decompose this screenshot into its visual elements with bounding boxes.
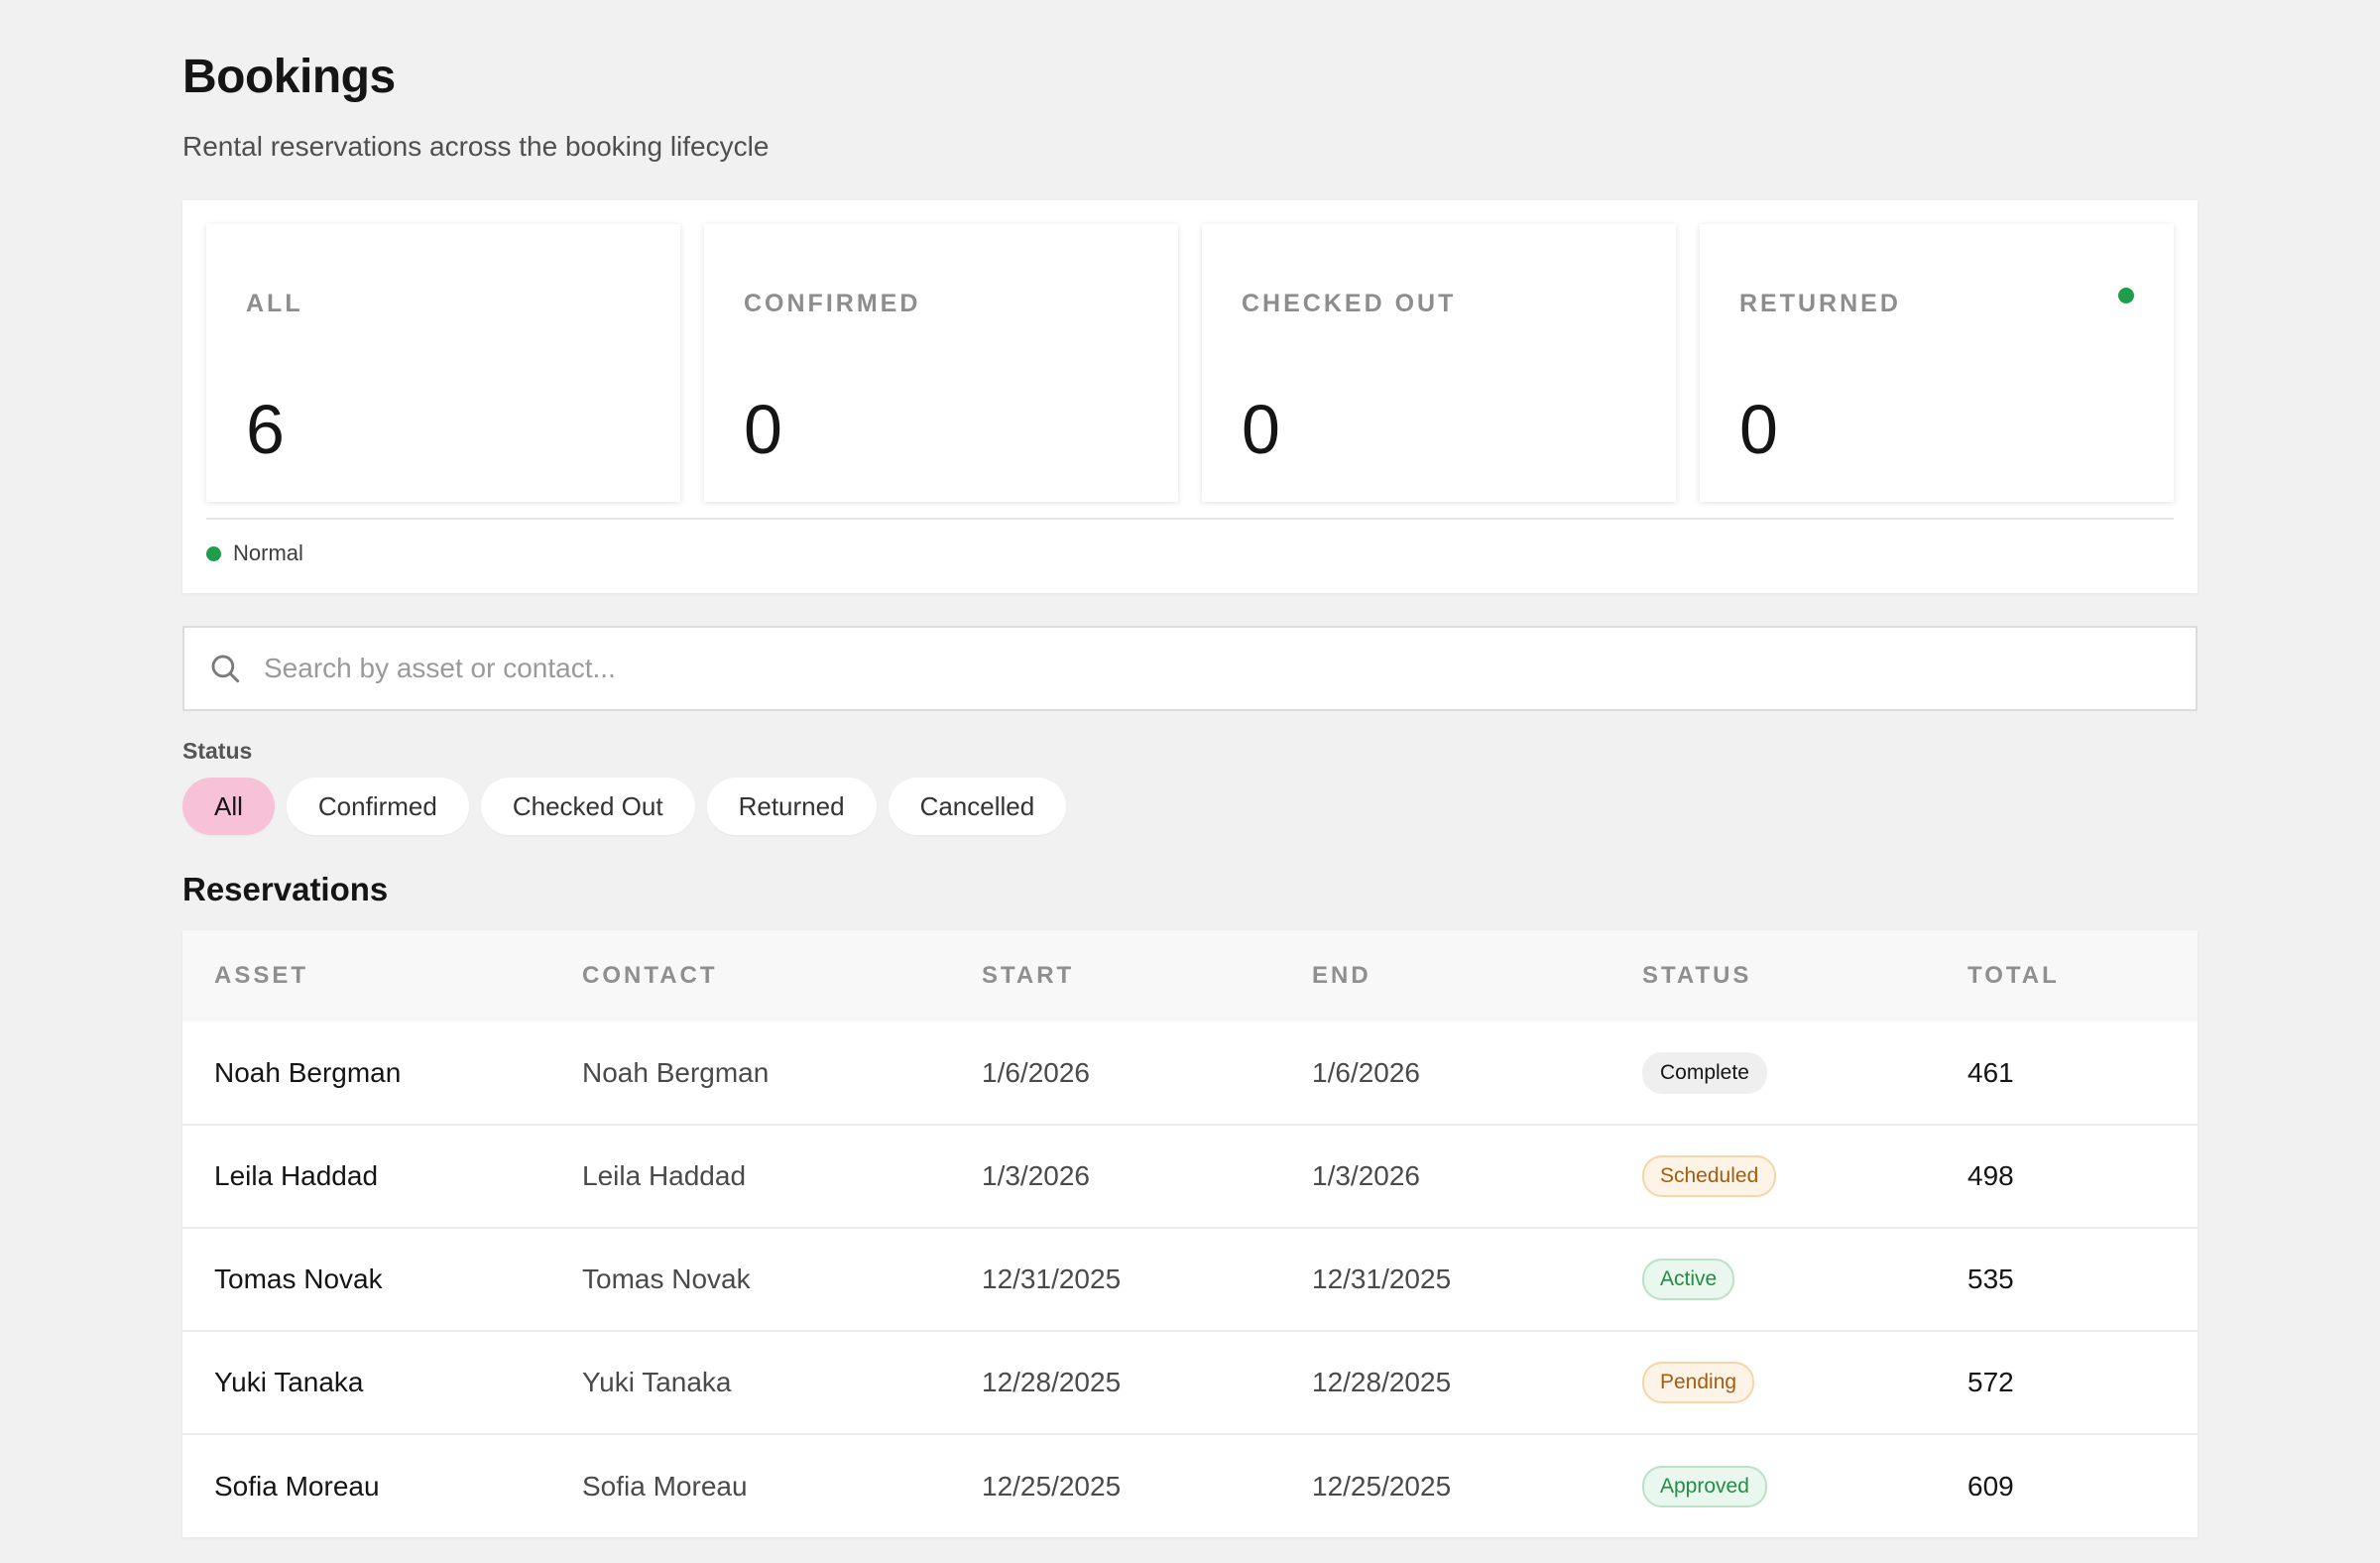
stat-card-checked-out[interactable]: CHECKED OUT 0 xyxy=(1202,224,1676,502)
cell-status: Approved xyxy=(1642,1434,1967,1537)
cell-asset: Sofia Moreau xyxy=(214,1470,380,1502)
cell-total: 572 xyxy=(1967,1367,2014,1397)
cell-start: 1/6/2026 xyxy=(982,1056,1090,1088)
table-row[interactable]: Noah Bergman Noah Bergman 1/6/2026 1/6/2… xyxy=(182,1022,2198,1125)
status-badge: Approved xyxy=(1642,1465,1767,1507)
stat-label: RETURNED xyxy=(1739,290,1901,317)
filter-chip-all[interactable]: All xyxy=(182,778,275,835)
divider xyxy=(206,518,2174,520)
cell-asset: Yuki Tanaka xyxy=(214,1367,364,1397)
search-input[interactable] xyxy=(262,652,2150,685)
cell-end: 1/3/2026 xyxy=(1312,1160,1420,1191)
cell-end: 12/25/2025 xyxy=(1312,1470,1452,1502)
filter-chip-confirmed[interactable]: Confirmed xyxy=(286,778,469,835)
status-legend: Normal xyxy=(206,538,303,569)
cell-start: 12/28/2025 xyxy=(982,1367,1122,1397)
status-badge: Active xyxy=(1642,1259,1735,1300)
cell-status: Pending xyxy=(1642,1331,1967,1434)
cell-start: 12/31/2025 xyxy=(982,1263,1122,1294)
filter-chip-checked-out[interactable]: Checked Out xyxy=(480,778,695,835)
cell-contact: Yuki Tanaka xyxy=(582,1367,732,1397)
cell-status: Complete xyxy=(1642,1022,1967,1125)
cell-total: 609 xyxy=(1967,1470,2014,1502)
status-badge: Complete xyxy=(1642,1051,1767,1094)
table-row[interactable]: Sofia Moreau Sofia Moreau 12/25/2025 12/… xyxy=(182,1434,2198,1537)
cell-contact: Leila Haddad xyxy=(582,1160,747,1191)
cell-end: 12/31/2025 xyxy=(1312,1263,1452,1294)
status-badge: Scheduled xyxy=(1642,1155,1777,1197)
section-title: Reservations xyxy=(182,871,389,907)
status-dot-icon xyxy=(2118,288,2134,303)
stat-value: 0 xyxy=(1242,391,1280,468)
cell-total: 498 xyxy=(1967,1160,2014,1191)
cell-asset: Tomas Novak xyxy=(214,1263,383,1294)
cell-start: 1/3/2026 xyxy=(982,1160,1090,1191)
cell-total: 461 xyxy=(1967,1056,2014,1088)
table-row[interactable]: Tomas Novak Tomas Novak 12/31/2025 12/31… xyxy=(182,1228,2198,1331)
cell-total: 535 xyxy=(1967,1263,2014,1294)
cell-end: 1/6/2026 xyxy=(1312,1056,1420,1088)
cell-status: Active xyxy=(1642,1228,1967,1331)
page-title: Bookings xyxy=(182,51,396,103)
stat-value: 0 xyxy=(744,391,782,468)
table-row[interactable]: Yuki Tanaka Yuki Tanaka 12/28/2025 12/28… xyxy=(182,1331,2198,1434)
cell-contact: Noah Bergman xyxy=(582,1056,770,1088)
filter-label: Status xyxy=(182,738,253,764)
stat-label: ALL xyxy=(246,290,303,317)
column-header-status[interactable]: STATUS xyxy=(1642,930,1967,1022)
cell-contact: Sofia Moreau xyxy=(582,1470,748,1502)
stat-value: 0 xyxy=(1739,391,1778,468)
cell-start: 12/25/2025 xyxy=(982,1470,1122,1502)
column-header-end[interactable]: END xyxy=(1312,930,1642,1022)
stat-value: 6 xyxy=(246,391,285,468)
stat-label: CONFIRMED xyxy=(744,290,921,317)
search-box xyxy=(182,626,2198,711)
column-header-contact[interactable]: CONTACT xyxy=(582,930,982,1022)
stat-card-confirmed[interactable]: CONFIRMED 0 xyxy=(704,224,1178,502)
cell-status: Scheduled xyxy=(1642,1125,1967,1228)
filter-chip-cancelled[interactable]: Cancelled xyxy=(888,778,1067,835)
column-header-total[interactable]: TOTAL xyxy=(1967,930,2198,1022)
table-header-row: ASSET CONTACT START END STATUS TOTAL xyxy=(182,930,2198,1022)
cell-end: 12/28/2025 xyxy=(1312,1367,1452,1397)
cell-asset: Noah Bergman xyxy=(214,1056,402,1088)
table-row[interactable]: Leila Haddad Leila Haddad 1/3/2026 1/3/2… xyxy=(182,1125,2198,1228)
legend-label: Normal xyxy=(233,541,303,565)
page-subtitle: Rental reservations across the booking l… xyxy=(182,131,770,162)
stats-panel: ALL 6 CONFIRMED 0 CHECKED OUT 0 RETURNED… xyxy=(182,200,2198,593)
stat-card-all[interactable]: ALL 6 xyxy=(206,224,680,502)
cell-contact: Tomas Novak xyxy=(582,1263,751,1294)
cell-asset: Leila Haddad xyxy=(214,1160,379,1191)
filter-chip-returned[interactable]: Returned xyxy=(706,778,877,835)
stat-label: CHECKED OUT xyxy=(1242,290,1457,317)
stat-card-returned[interactable]: RETURNED 0 xyxy=(1700,224,2174,502)
column-header-start[interactable]: START xyxy=(982,930,1312,1022)
legend-dot-icon xyxy=(206,545,221,561)
status-filter-group: All Confirmed Checked Out Returned Cance… xyxy=(182,778,1067,835)
status-badge: Pending xyxy=(1642,1362,1755,1403)
column-header-asset[interactable]: ASSET xyxy=(182,930,582,1022)
search-icon xyxy=(211,655,240,683)
reservations-table: ASSET CONTACT START END STATUS TOTAL Noa… xyxy=(182,930,2198,1537)
